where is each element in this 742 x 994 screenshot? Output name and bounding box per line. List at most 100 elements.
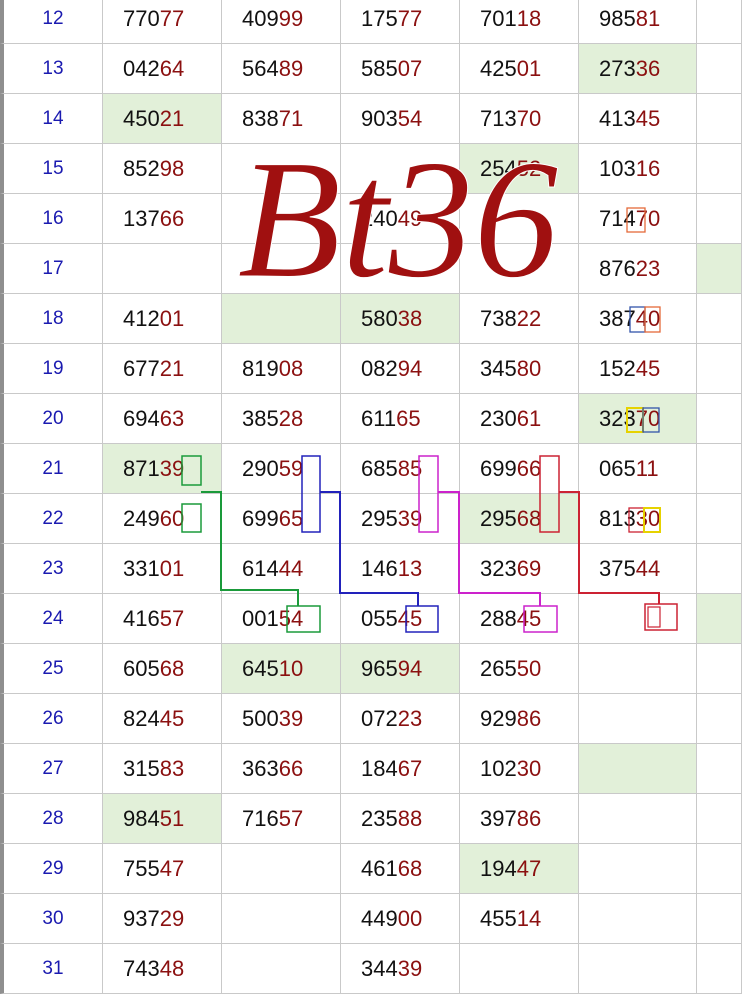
result-tail: 44	[278, 555, 304, 581]
watermark-text: Bt36	[237, 125, 558, 313]
result-head: 409	[242, 5, 279, 31]
result-head: 385	[242, 405, 279, 431]
result-tail: 65	[396, 405, 421, 431]
result-head: 290	[242, 455, 279, 481]
result-head: 585	[361, 55, 398, 81]
result-head: 770	[123, 5, 160, 31]
result-cell: 965 94	[341, 644, 460, 694]
result-head: 273	[599, 55, 636, 81]
result-cell: 564 89	[222, 44, 341, 94]
result-head: 685	[361, 455, 398, 481]
result-cell	[697, 294, 742, 344]
result-head: 323	[480, 555, 517, 581]
result-cell: 937 29	[103, 894, 222, 944]
table-row: 30 937 29 449 00 455 14	[0, 894, 742, 944]
result-head: 315	[123, 755, 160, 781]
result-head: 344	[361, 955, 398, 981]
result-cell	[697, 894, 742, 944]
result-tail: 36	[635, 55, 661, 81]
result-head: 755	[123, 855, 160, 881]
result-cell: 288 45	[460, 594, 579, 644]
result-head: 397	[480, 805, 517, 831]
result-head: 375	[599, 555, 636, 581]
table-row: 28 984 51 716 57 235 88 397 86	[0, 794, 742, 844]
result-cell: 985 81	[579, 0, 697, 44]
result-tail: 47	[159, 855, 185, 881]
result-cell	[579, 744, 697, 794]
result-cell	[579, 694, 697, 744]
result-cell	[697, 44, 742, 94]
result-cell	[460, 944, 579, 994]
result-cell	[579, 794, 697, 844]
result-cell: 699 66	[460, 444, 579, 494]
table-row: 20 694 63 385 28 611 65 230 61 323 70	[0, 394, 742, 444]
result-tail: 14	[516, 905, 542, 931]
result-head: 694	[123, 405, 160, 431]
result-tail: 99	[278, 5, 304, 31]
result-cell: 699 65	[222, 494, 341, 544]
result-head: 984	[123, 805, 160, 831]
day-cell: 21	[0, 444, 103, 494]
result-cell	[697, 144, 742, 194]
result-cell: 984 51	[103, 794, 222, 844]
result-tail: 68	[159, 655, 185, 681]
result-head: 824	[123, 705, 160, 731]
result-head: 265	[480, 655, 517, 681]
day-cell: 17	[0, 244, 103, 294]
result-tail: 39	[278, 705, 304, 731]
result-head: 645	[242, 655, 279, 681]
result-cell	[697, 944, 742, 994]
result-tail: 08	[278, 355, 304, 381]
result-tail: 81	[635, 5, 661, 31]
table-row: 23 331 01 614 44 146 13 323 69 375 44	[0, 544, 742, 594]
day-cell: 18	[0, 294, 103, 344]
result-cell	[697, 544, 742, 594]
day-cell: 13	[0, 44, 103, 94]
result-cell	[697, 344, 742, 394]
result-head: 450	[123, 105, 160, 131]
result-tail: 16	[635, 155, 661, 181]
result-cell: 685 85	[341, 444, 460, 494]
result-head: 235	[361, 805, 398, 831]
day-cell: 25	[0, 644, 103, 694]
result-tail: 39	[159, 455, 185, 481]
result-tail: 29	[159, 905, 185, 931]
result-cell: 425 01	[460, 44, 579, 94]
table-row: 27 315 83 363 66 184 67 102 30	[0, 744, 742, 794]
result-cell: 315 83	[103, 744, 222, 794]
result-cell: 455 14	[460, 894, 579, 944]
result-tail: 89	[278, 55, 304, 81]
result-head: 605	[123, 655, 160, 681]
result-cell: 065 11	[579, 444, 697, 494]
result-cell: 295 39	[341, 494, 460, 544]
result-head: 295	[480, 505, 517, 531]
result-cell: 146 13	[341, 544, 460, 594]
result-tail: 44	[635, 555, 661, 581]
result-tail: 63	[159, 405, 185, 431]
result-tail: 70	[635, 205, 661, 231]
result-head: 985	[599, 5, 636, 31]
result-cell: 871 39	[103, 444, 222, 494]
result-head: 042	[123, 55, 160, 81]
result-cell: 614 44	[222, 544, 341, 594]
result-cell	[697, 194, 742, 244]
result-tail: 30	[516, 755, 542, 781]
result-cell: 175 77	[341, 0, 460, 44]
result-cell: 331 01	[103, 544, 222, 594]
table-row: 29 755 47 461 68 194 47	[0, 844, 742, 894]
result-head: 564	[242, 55, 279, 81]
table-row: 25 605 68 645 10 965 94 265 50	[0, 644, 742, 694]
result-cell: 385 28	[222, 394, 341, 444]
table-row: 21 871 39 290 59 685 85 699 66 065 11	[0, 444, 742, 494]
result-head: 425	[480, 55, 517, 81]
day-cell: 16	[0, 194, 103, 244]
result-tail: 61	[516, 405, 542, 431]
result-tail: 00	[397, 905, 423, 931]
result-head: 065	[599, 455, 636, 481]
result-tail: 45	[516, 605, 542, 631]
table-row: 22 249 60 699 65 295 39 295 68 813 30	[0, 494, 742, 544]
day-cell: 24	[0, 594, 103, 644]
result-cell: 755 47	[103, 844, 222, 894]
result-head: 288	[480, 605, 517, 631]
result-tail: 39	[397, 955, 423, 981]
